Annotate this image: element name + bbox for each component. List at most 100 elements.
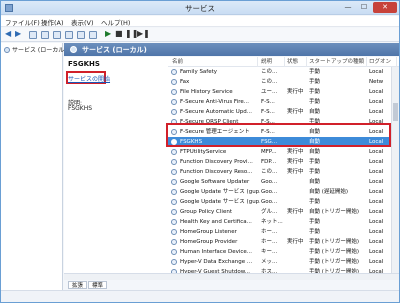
service-row[interactable]: Function Discovery Reso... この... 実行中 手動 Loca… xyxy=(168,167,390,177)
minimize-button[interactable]: — xyxy=(341,2,355,13)
service-startup: 手動 xyxy=(309,199,321,205)
service-row[interactable]: Hyper-V Data Exchange ... メッ... 手動 (トリガー開始… xyxy=(168,257,390,267)
gear-icon xyxy=(171,199,177,205)
export-list-icon[interactable] xyxy=(65,31,73,39)
column-description[interactable]: 説明 xyxy=(261,57,285,67)
service-status: 実行中 xyxy=(287,149,304,155)
gear-icon xyxy=(4,47,10,53)
services-header-title: サービス (ローカル) xyxy=(82,46,147,54)
stop-service-icon[interactable]: ■ xyxy=(115,29,123,39)
menu-action[interactable]: 操作(A) xyxy=(41,17,64,27)
service-row[interactable]: Google Update サービス (gup... Goo... 手動 Local xyxy=(168,197,390,207)
menu-view[interactable]: 表示(V) xyxy=(71,17,94,27)
service-row[interactable]: Google Software Updater Goo... 自動 Local xyxy=(168,177,390,187)
tree-item-services-local[interactable]: サービス (ローカル) xyxy=(4,45,67,54)
service-row[interactable]: Family Safety この... 手動 Local xyxy=(168,67,390,77)
service-row[interactable]: Function Discovery Provi... FDP... 実行中 手動 Lo… xyxy=(168,157,390,167)
restart-service-icon[interactable]: ▶❚ xyxy=(137,29,150,39)
service-row[interactable]: Health Key and Certifica... ネット... 手動 Local xyxy=(168,217,390,227)
service-name: HomeGroup Listener xyxy=(180,229,237,235)
service-name: Google Software Updater xyxy=(180,179,250,185)
services-header: サービス (ローカル) xyxy=(64,43,399,56)
service-row[interactable]: FTPUtilityService MFP... 実行中 自動 Local xyxy=(168,147,390,157)
tab-extended[interactable]: 拡張 xyxy=(68,281,88,289)
service-row[interactable]: F-Secure Automatic Upd... F-S... 実行中 自動 Loca… xyxy=(168,107,390,117)
service-row[interactable]: HomeGroup Provider ホー... 実行中 手動 (トリガー開始) Loc… xyxy=(168,237,390,247)
service-startup: 手動 xyxy=(309,229,321,235)
service-desc: F-S... xyxy=(261,109,275,115)
scrollbar-thumb[interactable] xyxy=(393,103,398,121)
vertical-scrollbar[interactable] xyxy=(391,67,399,273)
service-startup: 自動 xyxy=(309,179,321,185)
service-startup: 手動 xyxy=(309,219,321,225)
service-name: Group Policy Client xyxy=(180,209,232,215)
gear-icon xyxy=(171,189,177,195)
gear-icon xyxy=(171,219,177,225)
service-row[interactable]: File History Service ユー... 実行中 手動 Local xyxy=(168,87,390,97)
tab-standard[interactable]: 標準 xyxy=(88,281,108,289)
service-startup: 手動 xyxy=(309,99,321,105)
close-button[interactable]: ✕ xyxy=(373,2,397,13)
service-row[interactable]: HomeGroup Listener ホー... 手動 Local xyxy=(168,227,390,237)
service-status: 実行中 xyxy=(287,159,304,165)
column-name[interactable]: 名前 xyxy=(172,57,258,67)
column-startup-type[interactable]: スタートアップの種類 xyxy=(309,57,367,67)
horizontal-scrollbar[interactable] xyxy=(64,273,399,280)
service-startup: 手動 xyxy=(309,69,321,75)
maximize-button[interactable]: ☐ xyxy=(357,2,371,13)
service-logon: Netw xyxy=(369,79,384,85)
title-bar[interactable]: サービス — ☐ ✕ xyxy=(1,1,399,15)
service-row[interactable]: Group Policy Client グル... 実行中 自動 (トリガー開始) Lo… xyxy=(168,207,390,217)
service-logon: Local xyxy=(369,209,384,215)
forward-arrow-icon[interactable]: ▶ xyxy=(15,29,21,39)
service-status: 実行中 xyxy=(287,109,304,115)
service-startup: 自動 (遅延開始) xyxy=(309,189,349,195)
service-name: Fax xyxy=(180,79,190,85)
service-name: Human Interface Device... xyxy=(180,249,253,255)
services-window: サービス — ☐ ✕ ファイル(F) 操作(A) 表示(V) ヘルプ(H) ◀ … xyxy=(0,0,400,303)
service-startup: 手動 xyxy=(309,159,321,165)
service-row[interactable]: Human Interface Device... キー... 手動 (トリガー開始… xyxy=(168,247,390,257)
service-name: Family Safety xyxy=(180,69,218,75)
service-startup: 手動 (トリガー開始) xyxy=(309,259,360,265)
refresh-icon[interactable] xyxy=(53,31,61,39)
service-startup: 手動 (トリガー開始) xyxy=(309,249,360,255)
properties-icon[interactable] xyxy=(89,31,97,39)
service-desc: この... xyxy=(261,69,278,75)
console-tree-icon[interactable] xyxy=(29,31,37,39)
start-service-icon[interactable]: ▶ xyxy=(105,29,111,39)
column-logon[interactable]: ログオン xyxy=(369,57,397,67)
service-name: F-Secure Anti-Virus Fire... xyxy=(180,99,249,105)
service-desc: ホー... xyxy=(261,239,278,245)
status-bar xyxy=(1,290,399,302)
menu-file[interactable]: ファイル(F) xyxy=(5,17,40,27)
column-status[interactable]: 状態 xyxy=(287,57,307,67)
gear-icon xyxy=(70,46,77,53)
gear-icon xyxy=(171,209,177,215)
menu-help[interactable]: ヘルプ(H) xyxy=(101,17,130,27)
column-header-row: 名前 説明 状態 スタートアップの種類 ログオン xyxy=(168,57,399,67)
gear-icon xyxy=(171,89,177,95)
service-status: 実行中 xyxy=(287,209,304,215)
service-name: File History Service xyxy=(180,89,233,95)
service-startup: 自動 (トリガー開始) xyxy=(309,209,360,215)
back-arrow-icon[interactable]: ◀ xyxy=(5,29,11,39)
list-view-icon[interactable] xyxy=(41,31,49,39)
gear-icon xyxy=(171,169,177,175)
service-name: Health Key and Certifica... xyxy=(180,219,252,225)
highlight-box-rows xyxy=(166,123,391,147)
service-row[interactable]: F-Secure Anti-Virus Fire... F-S... 手動 Local xyxy=(168,97,390,107)
service-name: HomeGroup Provider xyxy=(180,239,238,245)
service-name: Google Update サービス (gup... xyxy=(180,189,260,195)
service-startup: 手動 xyxy=(309,89,321,95)
service-logon: Local xyxy=(369,159,384,165)
help-icon[interactable] xyxy=(77,31,85,39)
service-desc: この... xyxy=(261,169,278,175)
start-service-link[interactable]: サービスの開始 xyxy=(68,74,110,83)
gear-icon xyxy=(171,249,177,255)
service-logon: Local xyxy=(369,199,384,205)
service-row[interactable]: Fax この... 手動 Netw xyxy=(168,77,390,87)
service-startup: 自動 xyxy=(309,109,321,115)
service-row[interactable]: Google Update サービス (gup... Goo... 自動 (遅延開始… xyxy=(168,187,390,197)
service-logon: Local xyxy=(369,89,384,95)
